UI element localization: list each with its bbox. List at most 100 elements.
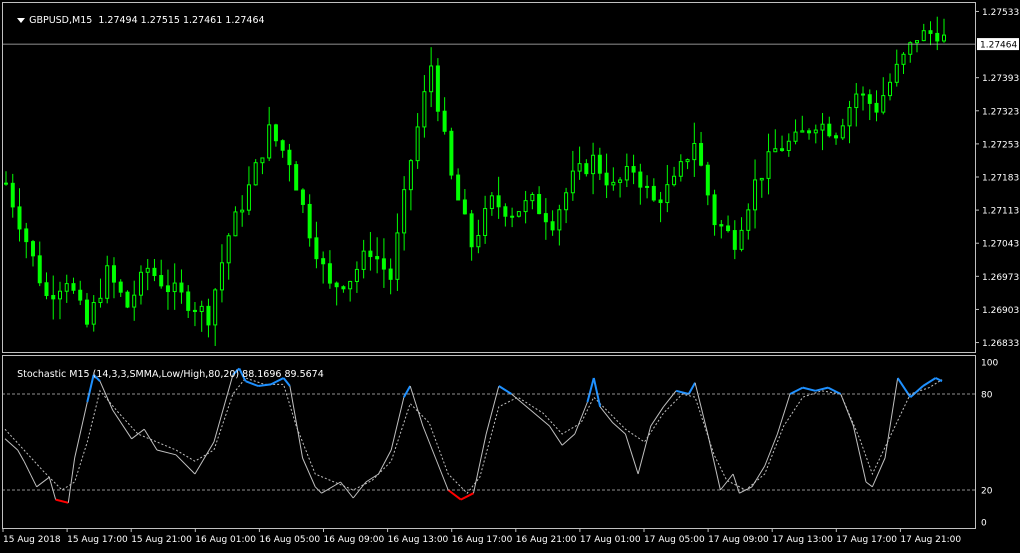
candle-body <box>449 130 454 176</box>
candle-body <box>300 189 305 205</box>
candle-body <box>186 291 191 311</box>
candle <box>935 16 940 51</box>
stochastic-main-segment <box>650 406 664 427</box>
candle <box>611 167 616 191</box>
candle <box>638 163 643 205</box>
candle-body <box>651 185 656 201</box>
candle-body <box>719 224 724 227</box>
candle <box>908 41 913 63</box>
ohlc-readout: 1.27494 1.27515 1.27461 1.27464 <box>98 15 265 26</box>
candle <box>51 275 56 320</box>
candle-body <box>246 184 251 211</box>
chart-window[interactable]: 1.27533 1.27393 1.27323 1.27253 1.27183 1.271… <box>0 0 1020 549</box>
stochastic-main-segment <box>720 473 734 491</box>
candle-body <box>64 283 69 292</box>
candle-body <box>388 268 393 280</box>
stochastic-main-segment <box>884 377 899 459</box>
candle-body <box>456 174 461 201</box>
collapse-triangle-icon[interactable] <box>17 18 26 23</box>
candle <box>402 176 407 251</box>
candle <box>287 143 292 182</box>
candle <box>699 131 704 167</box>
candle-body <box>705 164 710 196</box>
candle-body <box>591 154 596 175</box>
candle-body <box>557 209 562 231</box>
candle <box>516 210 521 218</box>
stochastic-main-segment <box>802 386 816 392</box>
candle-body <box>44 282 49 297</box>
stochastic-signal-line <box>4 377 943 494</box>
candle-body <box>105 265 110 299</box>
candle-body <box>179 282 184 293</box>
candle <box>192 302 197 327</box>
time-tick-label: 17 Aug 05:00 <box>644 535 705 545</box>
candle-body <box>726 225 731 232</box>
stochastic-main-segment <box>909 385 924 398</box>
stochastic-main-segment <box>365 473 379 483</box>
candle-body <box>793 131 798 142</box>
candle-body <box>516 211 521 217</box>
stochastic-main-segment <box>473 433 487 494</box>
stochastic-main-segment <box>511 393 531 411</box>
stochastic-main-segment <box>422 425 436 459</box>
stochastic-tick-label: 100 <box>981 359 998 369</box>
stochastic-main-segment <box>17 449 25 462</box>
candle-body <box>159 275 164 287</box>
candle <box>861 86 866 111</box>
candle-body <box>894 63 899 83</box>
candle-body <box>665 184 670 204</box>
candle <box>834 132 839 145</box>
candle-body <box>874 102 879 113</box>
stochastic-main-segment <box>402 385 412 398</box>
candle <box>395 213 400 291</box>
candle-body <box>861 93 866 96</box>
candle-body <box>334 282 339 288</box>
stochastic-main-segment <box>592 377 602 408</box>
candle <box>874 90 879 122</box>
chart-canvas[interactable]: 1.27533 1.27393 1.27323 1.27253 1.27183 1.271… <box>0 0 1020 549</box>
candle <box>280 139 285 158</box>
candle-body <box>510 215 515 218</box>
candle-body <box>132 294 137 308</box>
symbol-label: GBPUSD,M15 <box>29 15 93 26</box>
candle-body <box>408 160 413 191</box>
candle-body <box>415 126 420 162</box>
candle-body <box>942 34 946 42</box>
candle-body <box>888 81 893 97</box>
candle <box>658 191 663 223</box>
candle <box>530 192 535 210</box>
candle-body <box>17 206 22 230</box>
candle-body <box>381 258 386 270</box>
candle <box>624 153 629 188</box>
symbol-header[interactable]: GBPUSD,M15 1.27494 1.27515 1.27461 1.274… <box>5 4 265 37</box>
candle-body <box>766 151 771 179</box>
candle-body <box>435 65 440 112</box>
candle <box>57 281 62 320</box>
candle <box>165 269 170 310</box>
stochastic-tick-label: 20 <box>981 487 993 497</box>
candle <box>928 21 933 46</box>
stochastic-tick-label: 80 <box>981 391 993 401</box>
price-tick-label: 1.27533 <box>982 8 1019 18</box>
candle <box>246 166 251 216</box>
candle <box>300 188 305 214</box>
candle-body <box>240 209 245 213</box>
candle-body <box>570 170 575 194</box>
candle <box>159 259 164 289</box>
candle <box>186 285 191 319</box>
candle <box>550 210 555 236</box>
stochastic-main-segment <box>321 481 341 494</box>
candle-body <box>753 179 758 211</box>
stochastic-main-segment <box>156 449 177 456</box>
candle-body <box>712 194 717 226</box>
candle-body <box>935 32 940 42</box>
candle-body <box>604 172 609 186</box>
candle-body <box>780 148 785 151</box>
candle-body <box>834 135 839 139</box>
stochastic-main-segment <box>739 486 753 494</box>
candle <box>456 168 461 201</box>
candle-body <box>192 309 197 313</box>
candle <box>17 188 22 242</box>
candle <box>233 206 238 237</box>
candle-body <box>692 142 697 161</box>
